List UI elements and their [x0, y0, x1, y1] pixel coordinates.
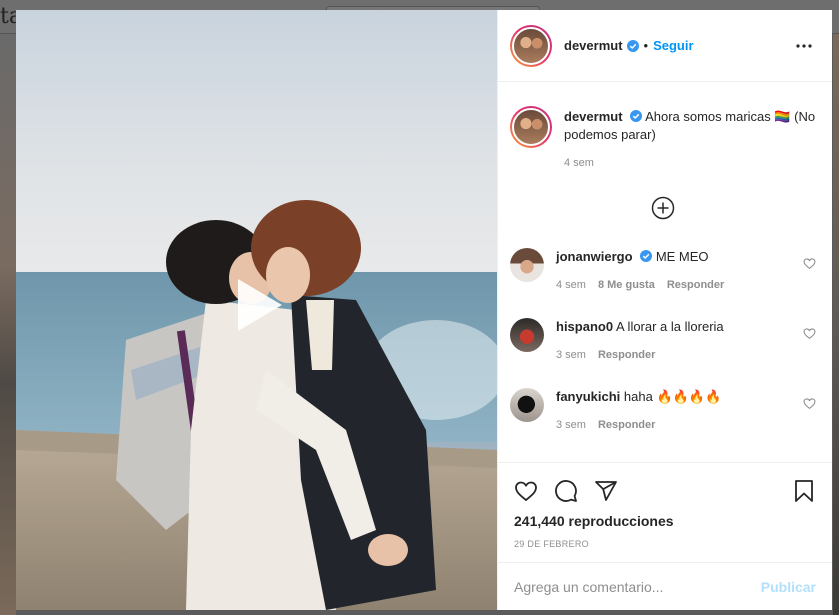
comment-body: jonanwiergo ME MEO 4 sem 8 Me gusta Resp… [556, 248, 792, 294]
comment-time[interactable]: 4 sem [556, 276, 586, 294]
commenter-avatar[interactable] [510, 248, 544, 282]
comment-text: haha 🔥🔥🔥🔥 [623, 389, 722, 404]
comment-item: jonanwiergo ME MEO 4 sem 8 Me gusta Resp… [510, 248, 816, 302]
heart-icon[interactable] [514, 479, 538, 503]
background-thumbnails-right [833, 34, 839, 615]
heart-icon[interactable] [803, 397, 816, 410]
comment-text: ME MEO [655, 249, 709, 264]
comment-item: fanyukichi haha 🔥🔥🔥🔥 3 sem Responder [510, 388, 816, 442]
comment-meta: 3 sem Responder [556, 346, 792, 364]
more-options-button[interactable] [792, 34, 816, 58]
view-count[interactable]: 241,440 reproducciones [514, 513, 816, 529]
comment-item: hispano0 A llorar a la lloreria 3 sem Re… [510, 318, 816, 372]
caption-author-username[interactable]: devermut [564, 109, 623, 124]
comment-meta: 3 sem Responder [556, 416, 792, 434]
commenter-username[interactable]: fanyukichi [556, 389, 620, 404]
author-info: devermut • Seguir [564, 38, 792, 53]
heart-icon[interactable] [803, 327, 816, 340]
follow-button[interactable]: Seguir [653, 38, 693, 53]
publish-button[interactable]: Publicar [761, 579, 816, 595]
verified-icon [626, 39, 639, 52]
post-modal: devermut • Seguir devermut Ahora somos m… [16, 10, 832, 610]
play-icon[interactable] [224, 273, 288, 337]
comment-text: A llorar a la lloreria [615, 319, 724, 334]
comment-body: fanyukichi haha 🔥🔥🔥🔥 3 sem Responder [556, 388, 792, 434]
background-thumbnails-left [0, 34, 16, 615]
post-date[interactable]: 29 DE FEBRERO [514, 539, 816, 549]
load-more-comments-button[interactable] [510, 196, 816, 220]
action-bar [514, 471, 816, 511]
comment-icon[interactable] [554, 479, 578, 503]
reply-button[interactable]: Responder [598, 416, 655, 434]
comments-section: devermut Ahora somos maricas 🏳️‍🌈 (No po… [498, 82, 832, 462]
add-circle-icon [651, 196, 675, 220]
author-username[interactable]: devermut [564, 38, 623, 53]
verified-icon [630, 110, 643, 122]
comment-time[interactable]: 3 sem [556, 346, 586, 364]
comment-meta: 4 sem 8 Me gusta Responder [556, 276, 792, 294]
author-avatar[interactable] [510, 24, 552, 67]
caption-body: devermut Ahora somos maricas 🏳️‍🌈 (No po… [564, 108, 816, 172]
heart-icon[interactable] [803, 257, 816, 270]
commenter-avatar[interactable] [510, 318, 544, 352]
post-caption: devermut Ahora somos maricas 🏳️‍🌈 (No po… [510, 106, 816, 172]
reply-button[interactable]: Responder [667, 276, 724, 294]
post-video[interactable] [16, 10, 497, 610]
comment-body: hispano0 A llorar a la lloreria 3 sem Re… [556, 318, 792, 364]
caption-meta: 4 sem [564, 154, 816, 172]
post-header: devermut • Seguir [498, 10, 832, 82]
caption-time[interactable]: 4 sem [564, 154, 594, 172]
verified-icon [640, 250, 653, 262]
caption-author-avatar[interactable] [510, 106, 552, 148]
post-details-panel: devermut • Seguir devermut Ahora somos m… [497, 10, 832, 610]
commenter-username[interactable]: jonanwiergo [556, 249, 633, 264]
comment-input[interactable] [514, 578, 761, 595]
reply-button[interactable]: Responder [598, 346, 655, 364]
post-actions: 241,440 reproducciones 29 DE FEBRERO [498, 462, 832, 562]
commenter-username[interactable]: hispano0 [556, 319, 613, 334]
separator-dot: • [643, 38, 649, 53]
comment-time[interactable]: 3 sem [556, 416, 586, 434]
more-options-icon [796, 43, 812, 48]
bookmark-icon[interactable] [792, 479, 816, 503]
share-icon[interactable] [594, 479, 618, 503]
commenter-avatar[interactable] [510, 388, 544, 422]
add-comment-bar: Publicar [498, 562, 832, 610]
comment-likes[interactable]: 8 Me gusta [598, 276, 655, 294]
